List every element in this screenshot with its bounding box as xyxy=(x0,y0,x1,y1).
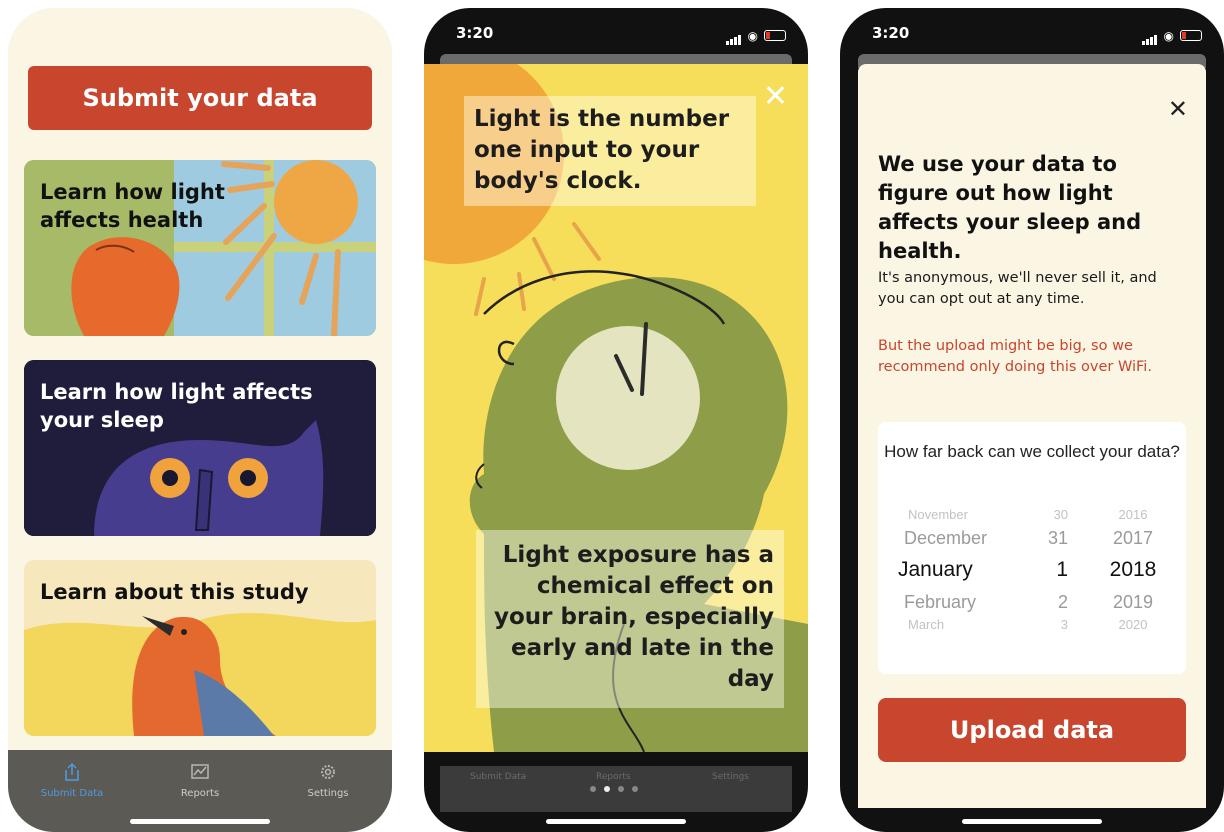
year-option[interactable]: 2020 xyxy=(1098,618,1168,632)
phone-info-carousel: 3:20 ◉ Light is the number one input to xyxy=(424,8,808,832)
dim-tab-submit: Submit Data xyxy=(470,772,527,782)
battery-icon xyxy=(764,30,786,41)
home-indicator xyxy=(962,819,1102,824)
day-option[interactable]: 31 xyxy=(1028,522,1068,554)
status-time: 3:20 xyxy=(872,24,910,42)
home-indicator xyxy=(546,819,686,824)
home-screen: Submit your data Learn how light affects… xyxy=(8,8,392,750)
month-selected[interactable]: January xyxy=(898,554,1018,586)
tab-reports[interactable]: Reports xyxy=(140,762,260,799)
upload-heading: We use your data to figure out how light… xyxy=(878,152,1142,263)
year-option[interactable]: 2017 xyxy=(1098,522,1168,554)
battery-icon xyxy=(1180,30,1202,41)
upload-data-button[interactable]: Upload data xyxy=(878,698,1186,762)
status-icons: ◉ xyxy=(1141,26,1202,45)
tab-submit-data[interactable]: Submit Data xyxy=(12,762,132,799)
signal-icon xyxy=(725,26,742,45)
picker-question: How far back can we collect your data? xyxy=(884,442,1180,461)
tab-settings[interactable]: Settings xyxy=(268,762,388,799)
card-light-health[interactable]: Learn how light affects health xyxy=(24,160,376,336)
page-dot[interactable] xyxy=(590,786,596,792)
status-icons: ◉ xyxy=(725,26,786,45)
dim-tab-settings: Settings xyxy=(712,772,749,782)
gear-icon xyxy=(321,765,335,779)
home-indicator xyxy=(130,819,270,824)
close-icon[interactable]: ✕ xyxy=(763,82,788,112)
card-about-study[interactable]: Learn about this study xyxy=(24,560,376,736)
upload-sheet: ✕ We use your data to figure out how lig… xyxy=(858,64,1206,808)
card-light-sleep[interactable]: Learn how light affects your sleep xyxy=(24,360,376,536)
slide-text-bottom: Light exposure has a chemical effect on … xyxy=(476,530,784,708)
wifi-warning-text: But the upload might be big, so we recom… xyxy=(878,338,1152,375)
share-icon xyxy=(65,762,79,781)
wifi-icon: ◉ xyxy=(747,28,758,43)
reports-icon xyxy=(191,764,209,779)
year-option[interactable]: 2019 xyxy=(1098,586,1168,618)
month-option[interactable]: December xyxy=(898,522,1018,554)
wifi-icon: ◉ xyxy=(1163,28,1174,43)
date-picker-card: How far back can we collect your data? N… xyxy=(878,422,1186,674)
privacy-text: It's anonymous, we'll never sell it, and… xyxy=(878,270,1157,307)
day-option[interactable]: 3 xyxy=(1028,618,1068,632)
submit-data-button[interactable]: Submit your data xyxy=(28,66,372,130)
page-dot-active[interactable] xyxy=(604,786,610,792)
day-option[interactable]: 30 xyxy=(1028,508,1068,522)
month-option[interactable]: February xyxy=(898,586,1018,618)
status-time: 3:20 xyxy=(456,24,494,42)
slide-text-top: Light is the number one input to your bo… xyxy=(464,96,756,206)
day-selected[interactable]: 1 xyxy=(1028,554,1068,586)
month-option[interactable]: November xyxy=(898,508,1018,522)
info-slide[interactable]: Light is the number one input to your bo… xyxy=(424,64,808,752)
year-selected[interactable]: 2018 xyxy=(1098,554,1168,586)
year-option[interactable]: 2016 xyxy=(1098,508,1168,522)
month-wheel[interactable]: November December January February March xyxy=(898,508,1018,632)
phone-upload-screen: 3:20 ◉ ✕ We use your data to figure out … xyxy=(840,8,1224,832)
page-dots[interactable] xyxy=(590,786,638,792)
month-option[interactable]: March xyxy=(898,618,1018,632)
year-wheel[interactable]: 2016 2017 2018 2019 2020 xyxy=(1098,508,1168,632)
signal-icon xyxy=(1141,26,1158,45)
phone-home-screen: Submit your data Learn how light affects… xyxy=(8,8,392,832)
tab-label-submit: Submit Data xyxy=(40,788,104,799)
page-dot[interactable] xyxy=(618,786,624,792)
day-option[interactable]: 2 xyxy=(1028,586,1068,618)
card-title-study: Learn about this study xyxy=(40,580,309,604)
dim-tab-reports: Reports xyxy=(596,772,631,782)
tab-label-settings: Settings xyxy=(307,788,349,799)
day-wheel[interactable]: 30 31 1 2 3 xyxy=(1028,508,1068,632)
card-title-sleep: Learn how light affects your sleep xyxy=(40,380,313,432)
tab-label-reports: Reports xyxy=(180,788,220,799)
card-title-health: Learn how light affects health xyxy=(40,180,225,232)
close-icon[interactable]: ✕ xyxy=(1168,94,1188,124)
page-dot[interactable] xyxy=(632,786,638,792)
